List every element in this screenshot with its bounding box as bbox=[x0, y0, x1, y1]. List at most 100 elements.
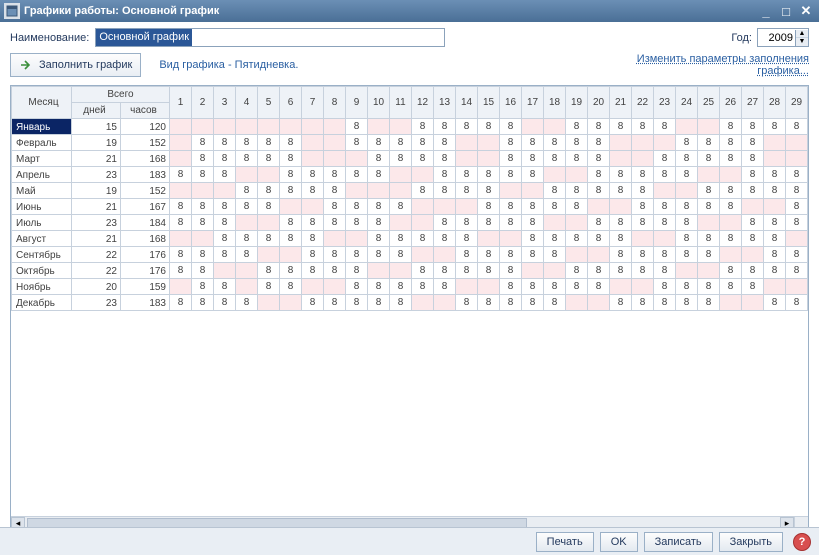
schedule-grid[interactable]: Месяц Всего 1 2 3 4 5 6 7 8 9 10 11 12 1… bbox=[11, 86, 808, 311]
day-cell[interactable] bbox=[434, 295, 456, 311]
hours-cell[interactable]: 183 bbox=[121, 167, 170, 183]
header-day[interactable]: 9 bbox=[346, 87, 368, 119]
header-day[interactable]: 13 bbox=[434, 87, 456, 119]
fill-schedule-button[interactable]: Заполнить график bbox=[10, 53, 141, 77]
day-cell[interactable]: 8 bbox=[236, 151, 258, 167]
day-cell[interactable] bbox=[412, 167, 434, 183]
days-cell[interactable]: 21 bbox=[72, 199, 121, 215]
day-cell[interactable] bbox=[390, 263, 412, 279]
day-cell[interactable]: 8 bbox=[676, 215, 698, 231]
day-cell[interactable]: 8 bbox=[522, 247, 544, 263]
day-cell[interactable] bbox=[170, 279, 192, 295]
day-cell[interactable]: 8 bbox=[742, 215, 764, 231]
day-cell[interactable]: 8 bbox=[588, 151, 610, 167]
day-cell[interactable]: 8 bbox=[302, 247, 324, 263]
day-cell[interactable]: 8 bbox=[786, 263, 808, 279]
day-cell[interactable]: 8 bbox=[456, 247, 478, 263]
day-cell[interactable] bbox=[698, 167, 720, 183]
day-cell[interactable]: 8 bbox=[368, 199, 390, 215]
day-cell[interactable]: 8 bbox=[654, 199, 676, 215]
day-cell[interactable] bbox=[544, 263, 566, 279]
hours-cell[interactable]: 120 bbox=[121, 119, 170, 135]
table-row[interactable]: Июнь2116788888888888888888888 bbox=[12, 199, 808, 215]
days-cell[interactable]: 20 bbox=[72, 279, 121, 295]
day-cell[interactable]: 8 bbox=[368, 247, 390, 263]
day-cell[interactable] bbox=[258, 215, 280, 231]
day-cell[interactable]: 8 bbox=[478, 247, 500, 263]
day-cell[interactable] bbox=[390, 215, 412, 231]
day-cell[interactable]: 8 bbox=[434, 135, 456, 151]
day-cell[interactable]: 8 bbox=[544, 295, 566, 311]
day-cell[interactable]: 8 bbox=[786, 183, 808, 199]
ok-button[interactable]: OK bbox=[600, 532, 638, 552]
day-cell[interactable]: 8 bbox=[720, 199, 742, 215]
save-button[interactable]: Записать bbox=[644, 532, 713, 552]
day-cell[interactable]: 8 bbox=[324, 295, 346, 311]
day-cell[interactable]: 8 bbox=[434, 119, 456, 135]
day-cell[interactable] bbox=[412, 295, 434, 311]
day-cell[interactable]: 8 bbox=[258, 231, 280, 247]
day-cell[interactable]: 8 bbox=[786, 295, 808, 311]
day-cell[interactable]: 8 bbox=[324, 183, 346, 199]
table-row[interactable]: Декабрь23183888888888888888888888 bbox=[12, 295, 808, 311]
day-cell[interactable]: 8 bbox=[170, 199, 192, 215]
day-cell[interactable]: 8 bbox=[390, 295, 412, 311]
month-cell[interactable]: Январь bbox=[12, 119, 72, 135]
day-cell[interactable]: 8 bbox=[324, 215, 346, 231]
day-cell[interactable]: 8 bbox=[698, 231, 720, 247]
day-cell[interactable]: 8 bbox=[258, 279, 280, 295]
header-day[interactable]: 19 bbox=[566, 87, 588, 119]
day-cell[interactable] bbox=[390, 119, 412, 135]
day-cell[interactable]: 8 bbox=[412, 119, 434, 135]
day-cell[interactable] bbox=[390, 183, 412, 199]
day-cell[interactable]: 8 bbox=[588, 215, 610, 231]
day-cell[interactable] bbox=[170, 183, 192, 199]
day-cell[interactable] bbox=[170, 119, 192, 135]
day-cell[interactable]: 8 bbox=[368, 279, 390, 295]
day-cell[interactable]: 8 bbox=[588, 263, 610, 279]
header-day[interactable]: 17 bbox=[522, 87, 544, 119]
day-cell[interactable]: 8 bbox=[368, 167, 390, 183]
day-cell[interactable]: 8 bbox=[192, 247, 214, 263]
day-cell[interactable]: 8 bbox=[214, 295, 236, 311]
day-cell[interactable]: 8 bbox=[654, 295, 676, 311]
day-cell[interactable]: 8 bbox=[170, 247, 192, 263]
day-cell[interactable]: 8 bbox=[698, 135, 720, 151]
day-cell[interactable]: 8 bbox=[214, 215, 236, 231]
day-cell[interactable]: 8 bbox=[610, 167, 632, 183]
day-cell[interactable] bbox=[324, 279, 346, 295]
day-cell[interactable]: 8 bbox=[786, 247, 808, 263]
day-cell[interactable]: 8 bbox=[764, 231, 786, 247]
day-cell[interactable] bbox=[302, 279, 324, 295]
header-day[interactable]: 16 bbox=[500, 87, 522, 119]
day-cell[interactable]: 8 bbox=[676, 167, 698, 183]
day-cell[interactable]: 8 bbox=[192, 199, 214, 215]
day-cell[interactable]: 8 bbox=[412, 263, 434, 279]
day-cell[interactable]: 8 bbox=[192, 135, 214, 151]
day-cell[interactable] bbox=[324, 119, 346, 135]
days-cell[interactable]: 15 bbox=[72, 119, 121, 135]
day-cell[interactable]: 8 bbox=[786, 215, 808, 231]
day-cell[interactable]: 8 bbox=[742, 135, 764, 151]
hours-cell[interactable]: 184 bbox=[121, 215, 170, 231]
day-cell[interactable]: 8 bbox=[214, 231, 236, 247]
day-cell[interactable] bbox=[786, 135, 808, 151]
day-cell[interactable]: 8 bbox=[434, 215, 456, 231]
day-cell[interactable]: 8 bbox=[456, 119, 478, 135]
day-cell[interactable]: 8 bbox=[588, 231, 610, 247]
day-cell[interactable] bbox=[676, 119, 698, 135]
day-cell[interactable]: 8 bbox=[390, 135, 412, 151]
day-cell[interactable]: 8 bbox=[566, 183, 588, 199]
month-cell[interactable]: Май bbox=[12, 183, 72, 199]
day-cell[interactable] bbox=[566, 247, 588, 263]
day-cell[interactable] bbox=[456, 151, 478, 167]
header-day[interactable]: 12 bbox=[412, 87, 434, 119]
day-cell[interactable]: 8 bbox=[654, 151, 676, 167]
day-cell[interactable] bbox=[698, 215, 720, 231]
day-cell[interactable]: 8 bbox=[192, 279, 214, 295]
day-cell[interactable]: 8 bbox=[720, 263, 742, 279]
day-cell[interactable] bbox=[192, 231, 214, 247]
table-row[interactable]: Апрель23183888888888888888888888 bbox=[12, 167, 808, 183]
month-cell[interactable]: Сентябрь bbox=[12, 247, 72, 263]
day-cell[interactable]: 8 bbox=[500, 279, 522, 295]
